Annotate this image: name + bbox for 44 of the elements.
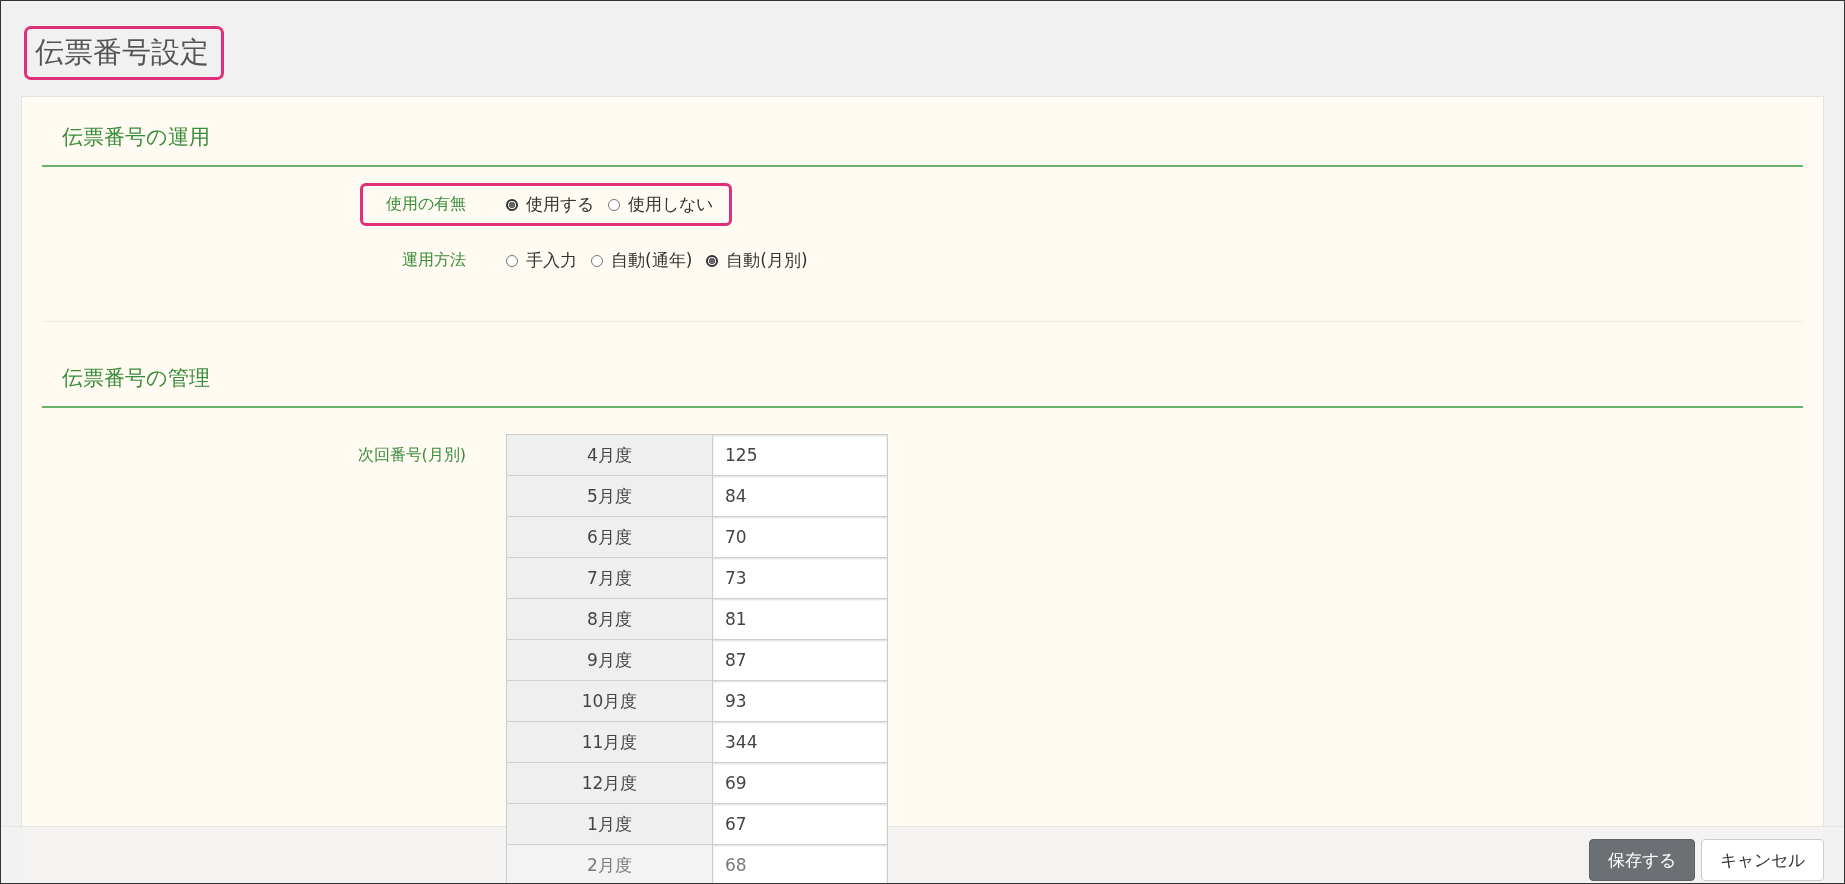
radio-option[interactable]: 手入力 [506,249,577,272]
radio-button[interactable] [706,254,719,267]
month-cell: 1月度 [507,804,713,845]
option-label: 自動(通年) [611,249,693,272]
radio-option[interactable]: 使用しない [608,193,713,216]
month-cell: 12月度 [507,763,713,804]
month-cell: 6月度 [507,517,713,558]
radio-button[interactable] [506,254,518,267]
number-field[interactable]: 344 [713,722,887,763]
month-cell: 9月度 [507,640,713,681]
radio-option[interactable]: 自動(月別) [706,249,808,272]
month-cell: 5月度 [507,476,713,517]
radio-button[interactable] [591,254,603,267]
month-cell: 11月度 [507,722,713,763]
radio-option[interactable]: 使用する [506,193,594,216]
number-field[interactable]: 81 [713,599,887,640]
field-label: 使用の有無 [385,193,466,216]
number-field[interactable]: 68 [713,845,887,883]
number-field[interactable]: 69 [713,763,887,804]
number-field[interactable]: 70 [713,517,887,558]
number-field[interactable]: 87 [713,640,887,681]
radio-button[interactable] [506,198,518,211]
month-cell: 4月度 [507,435,713,476]
number-field[interactable]: 73 [713,558,887,599]
cancel-button[interactable]: キャンセル [1701,839,1824,881]
option-label: 自動(月別) [726,249,808,272]
field-label: 次回番号(月別) [356,444,466,466]
option-label: 使用する [526,193,594,216]
field-label: 運用方法 [401,249,466,272]
month-cell: 8月度 [507,599,713,640]
radio-option[interactable]: 自動(通年) [591,249,693,272]
month-cell: 10月度 [507,681,713,722]
save-button[interactable]: 保存する [1589,839,1695,881]
number-field[interactable]: 93 [713,681,887,722]
number-field[interactable]: 67 [713,804,887,845]
option-label: 使用しない [628,193,713,216]
option-label: 手入力 [526,249,577,272]
section-heading: 伝票番号の管理 [42,352,1803,408]
number-field[interactable]: 84 [713,476,887,517]
number-field[interactable]: 125 [713,435,887,476]
radio-button[interactable] [608,198,620,211]
month-cell: 7月度 [507,558,713,599]
page-title: 伝票番号設定 [35,35,209,69]
section-heading: 伝票番号の運用 [42,111,1803,167]
